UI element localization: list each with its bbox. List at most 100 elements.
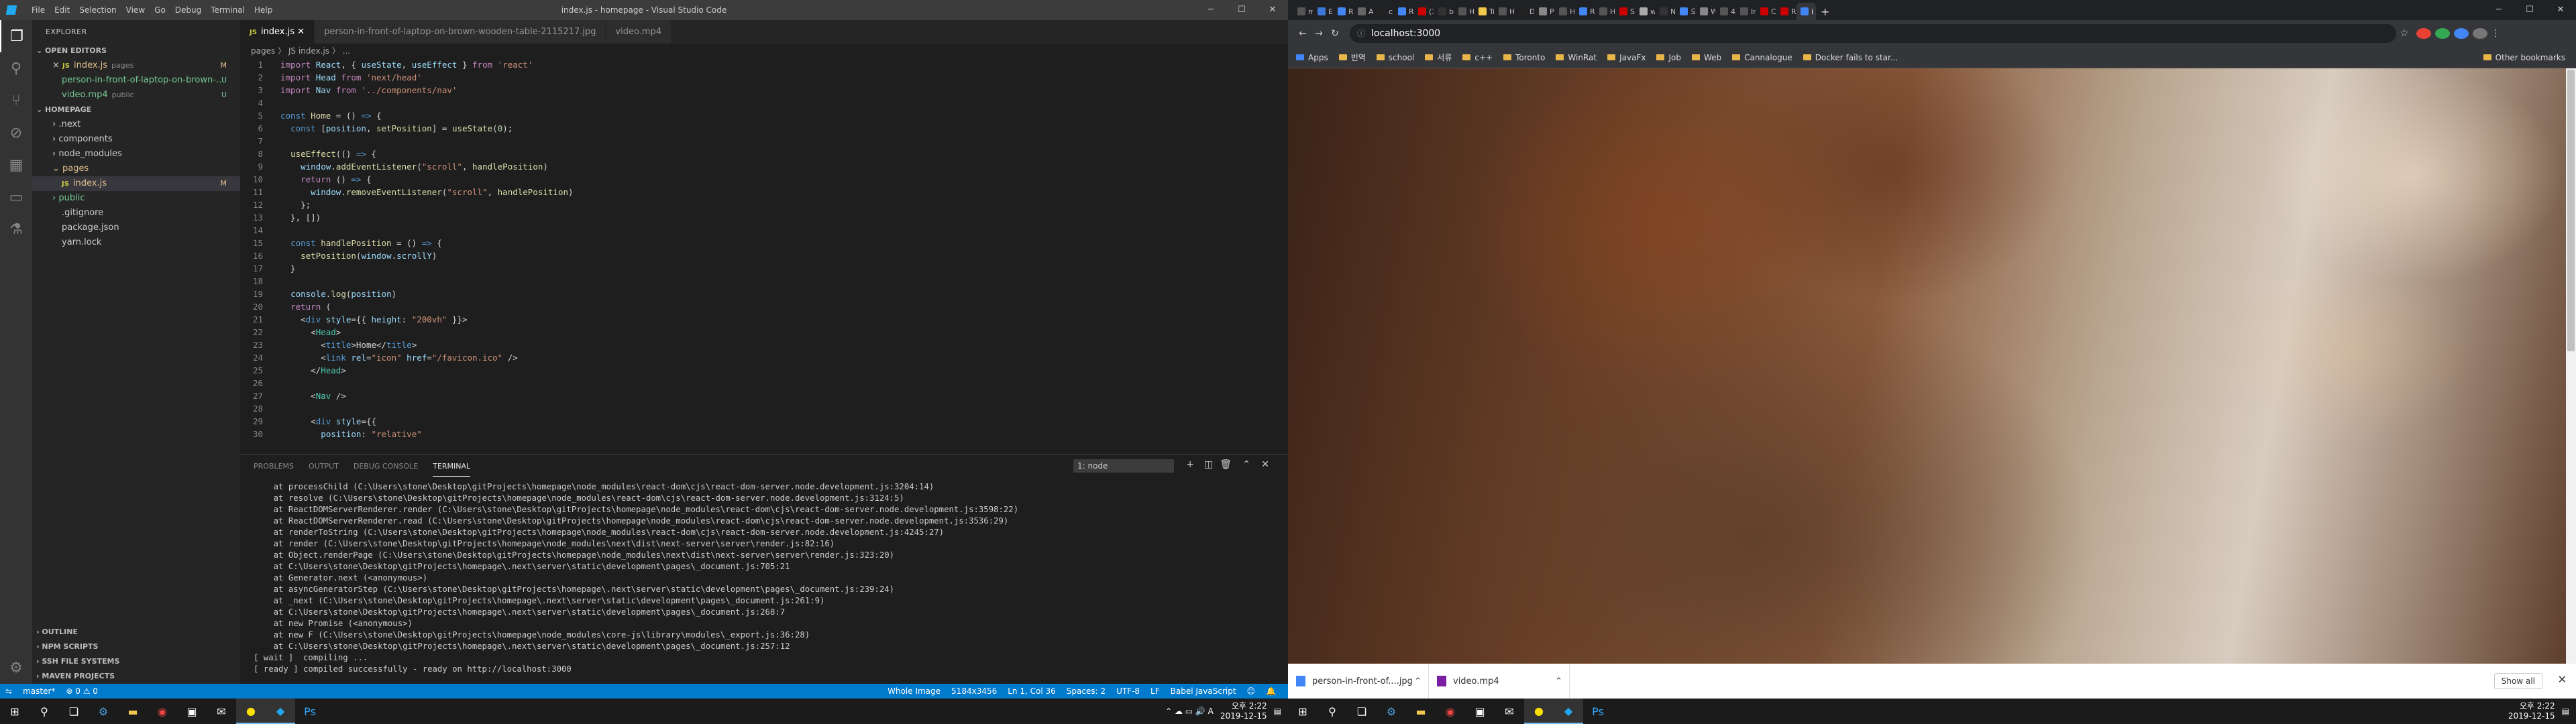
tab-debug-console[interactable]: DEBUG CONSOLE (354, 457, 418, 476)
reload-icon[interactable]: ↻ (1327, 28, 1343, 39)
terminal-select[interactable]: 1: node (1073, 459, 1174, 473)
code-line[interactable]: 6 const [position, setPosition] = useSta… (240, 122, 1288, 135)
browser-tab[interactable]: che (1374, 3, 1393, 20)
code-editor[interactable]: 1 import React, { useState, useEffect } f… (240, 58, 1288, 454)
clock[interactable]: 오후 2:22 2019-12-15 (1220, 701, 1267, 721)
open-editor-item[interactable]: person-in-front-of-laptop-on-brown-... U (32, 73, 240, 88)
windows-start-icon[interactable]: ⊞ (1288, 699, 1318, 724)
browser-tab[interactable]: 오리 (1676, 3, 1695, 20)
tree-item-selected[interactable]: JS index.js M (32, 176, 240, 191)
browser-tab[interactable]: How (1595, 3, 1615, 20)
minimize-icon[interactable]: ─ (2483, 0, 2514, 20)
status-image-size[interactable]: 5184x3456 (946, 686, 1002, 696)
vscode-taskbar-icon[interactable]: ◆ (266, 699, 295, 724)
tree-item[interactable]: › public (32, 191, 240, 206)
terminal-output[interactable]: at processChild (C:\Users\stone\Desktop\… (254, 481, 1275, 675)
bookmark-item[interactable]: 번역 (1338, 52, 1366, 63)
code-line[interactable]: 29 < div style ={{ (240, 415, 1288, 428)
tree-item[interactable]: package.json (32, 221, 240, 235)
tree-item[interactable]: yarn.lock (32, 235, 240, 250)
trash-icon[interactable]: 🗑 (1220, 459, 1232, 470)
clock[interactable]: 오후 2:22 2019-12-15 (2508, 701, 2555, 721)
bookmark-item[interactable]: Job (1656, 53, 1681, 62)
close-downloads-icon[interactable]: ✕ (2558, 673, 2567, 686)
bookmark-item[interactable]: Web (1691, 53, 1721, 62)
browser-tab[interactable]: bac (1434, 3, 1454, 20)
store-icon[interactable]: ▣ (1465, 699, 1495, 724)
mail-icon[interactable]: ✉ (207, 699, 236, 724)
close-icon[interactable]: ✕ (2545, 0, 2576, 20)
code-line[interactable]: 13 }, []) (240, 211, 1288, 224)
menu-view[interactable]: View (121, 5, 150, 15)
menu-file[interactable]: File (27, 5, 50, 15)
tree-item[interactable]: › components (32, 132, 240, 147)
code-line[interactable]: 4 (240, 97, 1288, 109)
status-image-mode[interactable]: Whole Image (882, 686, 946, 696)
task-view-icon[interactable]: ❏ (59, 699, 89, 724)
chrome-icon[interactable]: ◉ (1436, 699, 1465, 724)
browser-tab[interactable]: Rea (1575, 3, 1595, 20)
bookmark-item[interactable]: 서류 (1425, 52, 1452, 63)
search-icon[interactable]: ⚲ (0, 52, 32, 84)
remote-explorer-icon[interactable]: ▭ (0, 181, 32, 213)
maximize-icon[interactable]: ☐ (2514, 0, 2545, 20)
open-editor-item[interactable]: video.mp4 public U (32, 88, 240, 103)
download-item[interactable]: person-in-front-of....jpg ⌃ (1288, 664, 1429, 699)
settings-gear-icon[interactable]: ⚙ (0, 652, 32, 684)
menu-help[interactable]: Help (250, 5, 277, 15)
test-icon[interactable]: ⚗ (0, 213, 32, 245)
tray-icons[interactable]: ⌃ ☁ ▭ 🔊 A (1165, 707, 1214, 716)
bookmark-item[interactable]: Cannalogue (1732, 53, 1792, 62)
source-control-icon[interactable]: ⑂ (0, 84, 32, 117)
search-icon[interactable]: ⚲ (30, 699, 59, 724)
open-editors-header[interactable]: ⌄ OPEN EDITORS (32, 44, 240, 58)
explorer-icon[interactable]: ❐ (0, 20, 32, 52)
maximize-panel-icon[interactable]: ⌃ (1242, 459, 1250, 470)
scrollbar-thumb[interactable] (2567, 70, 2575, 351)
extension-icon[interactable] (2454, 28, 2469, 39)
close-panel-icon[interactable]: ✕ (1261, 459, 1269, 470)
browser-tab[interactable]: mov (1293, 3, 1313, 20)
code-line[interactable]: 18 (240, 275, 1288, 288)
remote-icon[interactable]: ⇋ (0, 686, 17, 696)
notification-icon[interactable]: ▤ (2562, 707, 2569, 716)
tree-item[interactable]: ⌄ pages (32, 162, 240, 176)
code-line[interactable]: 30 position: "relative" (240, 428, 1288, 440)
browser-tab[interactable]: Edit (1313, 3, 1333, 20)
code-line[interactable]: 5 const Home = () => { (240, 109, 1288, 122)
bookmark-item[interactable]: JavaFx (1607, 53, 1646, 62)
extension-icon[interactable] (2435, 28, 2450, 39)
npm-scripts-section[interactable]: › NPM SCRIPTS (32, 640, 240, 654)
forward-icon[interactable]: → (1311, 28, 1327, 39)
feedback-icon[interactable]: ☺ (1242, 686, 1261, 696)
browser-tab[interactable]: wea (1635, 3, 1655, 20)
browser-tab[interactable]: 450 (1716, 3, 1735, 20)
menu-selection[interactable]: Selection (74, 5, 121, 15)
show-all-button[interactable]: Show all (2493, 673, 2542, 689)
tab-problems[interactable]: PROBLEMS (254, 457, 294, 476)
kakaotalk-icon[interactable]: ● (236, 699, 266, 724)
browser-tab[interactable]: Info (1736, 3, 1756, 20)
vscode-taskbar-icon[interactable]: ◆ (1554, 699, 1583, 724)
code-line[interactable]: 25 </Head > (240, 364, 1288, 377)
code-line[interactable]: 9 window. addEventListener("scroll", hand… (240, 160, 1288, 173)
browser-tab[interactable]: Rea (1394, 3, 1413, 20)
tree-item[interactable]: › .next (32, 117, 240, 132)
code-line[interactable]: 3 import Nav from '../components/nav' (240, 84, 1288, 97)
tab-output[interactable]: OUTPUT (309, 457, 339, 476)
browser-tab[interactable]: Car (1756, 3, 1776, 20)
code-line[interactable]: 27 < Nav /> (240, 389, 1288, 402)
debug-icon[interactable]: ⊘ (0, 117, 32, 149)
tree-item[interactable]: .gitignore (32, 206, 240, 221)
photoshop-icon[interactable]: Ps (1583, 699, 1613, 724)
browser-tab[interactable]: Doc (1515, 3, 1534, 20)
maven-projects-section[interactable]: › MAVEN PROJECTS (32, 669, 240, 684)
code-line[interactable]: 10 return () => { (240, 173, 1288, 186)
code-line[interactable]: 17 } (240, 262, 1288, 275)
tab-index-js[interactable]: JS index.js ✕ (240, 20, 315, 44)
minimize-icon[interactable]: ─ (1195, 0, 1226, 20)
code-line[interactable]: 20 return ( (240, 300, 1288, 313)
code-line[interactable]: 24 < link rel = "icon" href = "/favicon.ico" … (240, 351, 1288, 364)
code-line[interactable]: 23 < title >Home</title > (240, 339, 1288, 351)
code-line[interactable]: 16 setPosition(window. scrollY) (240, 249, 1288, 262)
